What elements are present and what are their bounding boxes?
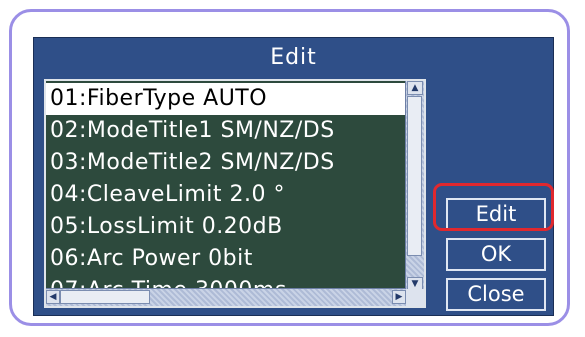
dialog-title: Edit	[270, 45, 317, 70]
close-button[interactable]: Close	[446, 278, 546, 311]
horizontal-scrollbar[interactable]: ◀ ▶	[46, 288, 406, 306]
vertical-scrollbar[interactable]: ▲ ▼	[405, 81, 424, 291]
list-item[interactable]: 04:CleaveLimit 2.0 °	[46, 179, 406, 211]
edit-button-highlight	[433, 183, 554, 231]
list-item[interactable]: 01:FiberType AUTO	[46, 83, 406, 115]
edit-dialog: Edit 01:FiberType AUTO 02:ModeTitle1 SM/…	[33, 37, 554, 316]
scrollbar-corner	[406, 289, 424, 306]
settings-list[interactable]: 01:FiberType AUTO 02:ModeTitle1 SM/NZ/DS…	[44, 79, 426, 308]
list-item[interactable]: 02:ModeTitle1 SM/NZ/DS	[46, 115, 406, 147]
list-item[interactable]: 03:ModeTitle2 SM/NZ/DS	[46, 147, 406, 179]
arrow-up-icon[interactable]: ▲	[407, 81, 423, 95]
vertical-scroll-thumb[interactable]	[407, 96, 422, 256]
list-item[interactable]: 06:Arc Power 0bit	[46, 243, 406, 275]
arrow-left-icon[interactable]: ◀	[46, 290, 60, 304]
arrow-right-icon[interactable]: ▶	[392, 290, 406, 304]
horizontal-scroll-thumb[interactable]	[60, 290, 150, 304]
ok-button[interactable]: OK	[446, 238, 546, 271]
list-item[interactable]: 05:LossLimit 0.20dB	[46, 211, 406, 243]
